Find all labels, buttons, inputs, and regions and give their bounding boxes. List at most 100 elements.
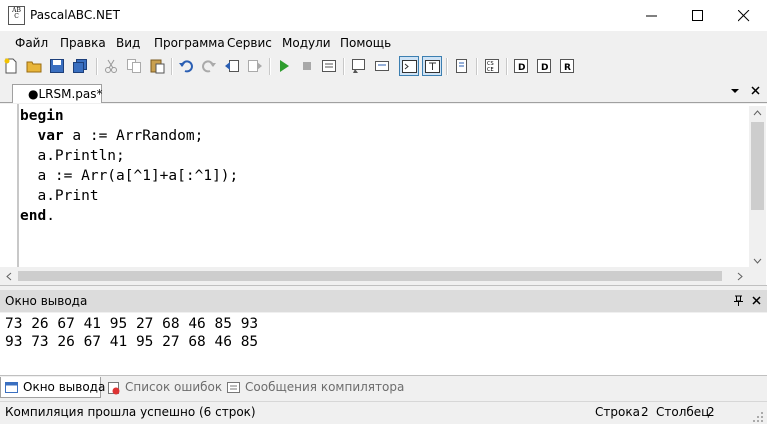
debug-step-into-button[interactable]: D [512,57,530,75]
title-bar: AB C PascalABC.NET [0,0,767,31]
menu-service[interactable]: Сервис [227,36,272,50]
panel-close-icon[interactable] [752,296,761,305]
save-all-icon [73,59,87,73]
toolbar-separator [506,58,508,75]
redo-icon [202,60,216,73]
scroll-right-icon [737,272,743,281]
paste-button[interactable] [148,57,166,75]
code-area[interactable]: begin var a := ArrRandom; a.Println; a :… [20,106,238,226]
text-mode-icon [425,60,440,73]
run-button[interactable] [275,57,293,75]
menu-edit[interactable]: Правка [60,36,106,50]
undo-button[interactable] [177,57,195,75]
copy-icon [127,59,141,73]
code-editor[interactable]: begin var a := ArrRandom; a.Println; a :… [0,104,767,286]
cut-button[interactable] [102,57,120,75]
code-template-button[interactable]: CS CE [483,57,501,75]
output-text-area[interactable]: 73 26 67 41 95 27 68 46 85 93 93 73 26 6… [0,313,767,376]
save-button[interactable] [48,57,66,75]
debug-step-over-button[interactable]: D [535,57,553,75]
tab-compiler-messages[interactable]: Сообщения компилятора [223,377,404,398]
compiler-messages-icon [227,382,240,393]
toolbar-separator [269,58,271,75]
debug-step-into-icon: D [514,59,528,73]
open-button[interactable] [25,57,43,75]
compile-button[interactable] [320,57,338,75]
menu-view[interactable]: Вид [116,36,140,50]
scrollbar-corner [749,267,766,285]
output-window-icon [352,59,365,73]
close-button[interactable] [721,0,767,31]
svg-text:CE: CE [487,67,494,73]
code-line-6: end. [20,208,55,224]
paste-icon [150,59,165,74]
open-folder-icon [26,61,42,73]
output-line-2: 93 73 26 67 41 95 27 68 46 85 [5,334,259,350]
new-file-icon [4,58,17,74]
copy-button[interactable] [125,57,143,75]
output-window-button[interactable] [350,57,368,75]
minimize-icon [646,15,657,17]
bottom-panel-tabs: Окно вывода Список ошибок Сообщения комп… [0,377,767,399]
format-code-button[interactable] [453,57,471,75]
editor-gutter-line [17,104,19,267]
tab-lrsm-pas[interactable]: ●LRSM.pas* [12,84,103,103]
row-value: 2 [641,405,649,419]
status-message: Компиляция прошла успешно (6 строк) [5,405,256,419]
output-panel-header: Окно вывода [0,290,767,312]
toolbar-separator [446,58,448,75]
console-toggle-button[interactable] [399,56,419,76]
error-list-icon [108,382,120,395]
redo-button[interactable] [200,57,218,75]
tab-error-list[interactable]: Список ошибок [103,377,222,398]
scroll-up-icon [753,110,762,116]
menu-program[interactable]: Программа [154,36,225,50]
editor-horizontal-scrollbar[interactable] [0,267,749,285]
resize-grip-icon[interactable] [752,411,764,423]
stop-button[interactable] [298,57,316,75]
navigate-forward-button[interactable] [246,57,264,75]
navigate-forward-icon [248,60,262,72]
menu-bar: Файл Правка Вид Программа Сервис Модули … [0,31,767,53]
code-template-icon: CSCE [485,59,499,73]
svg-text:R: R [564,63,571,73]
tab-output-window-label: Окно вывода [23,380,106,394]
vertical-scroll-thumb[interactable] [751,122,764,210]
save-all-button[interactable] [71,57,89,75]
tab-lrsm-pas-label: ●LRSM.pas* [28,87,103,101]
tab-close-icon[interactable] [751,86,761,96]
column-value: 2 [707,405,715,419]
maximize-button[interactable] [675,0,721,31]
cut-icon [105,59,117,73]
pascalabc-app-icon: AB C [8,6,25,25]
debug-run-to-button[interactable]: R [558,57,576,75]
svg-text:D: D [518,63,525,73]
tab-output-window[interactable]: Окно вывода [0,377,105,398]
row-label: Строка [595,405,640,419]
menu-file[interactable]: Файл [15,36,48,50]
undo-icon [179,60,193,73]
output-window-2-button[interactable] [373,57,391,75]
console-toggle-icon [402,60,417,73]
menu-help[interactable]: Помощь [340,36,391,50]
output-window-icon [5,382,18,393]
menu-modules[interactable]: Модули [282,36,331,50]
minimize-button[interactable] [629,0,675,31]
code-line-3: a.Println; [37,148,125,164]
toolbar-separator [96,58,98,75]
horizontal-scroll-thumb[interactable] [18,271,722,281]
debug-run-to-icon: R [560,59,574,73]
debug-step-over-icon: D [537,59,551,73]
pin-icon[interactable] [734,295,743,306]
tab-list-dropdown-icon[interactable] [730,87,740,95]
editor-vertical-scrollbar[interactable] [749,106,766,270]
save-icon [50,59,64,73]
compile-icon [322,60,336,72]
code-line-4: a := Arr(a[^1]+a[:^1]); [37,168,239,184]
tab-compiler-messages-label: Сообщения компилятора [245,380,405,394]
text-mode-button[interactable] [422,56,442,76]
new-file-button[interactable] [2,57,20,75]
output-window-2-icon [375,61,389,71]
navigate-back-button[interactable] [223,57,241,75]
toolbar-separator [343,58,345,75]
